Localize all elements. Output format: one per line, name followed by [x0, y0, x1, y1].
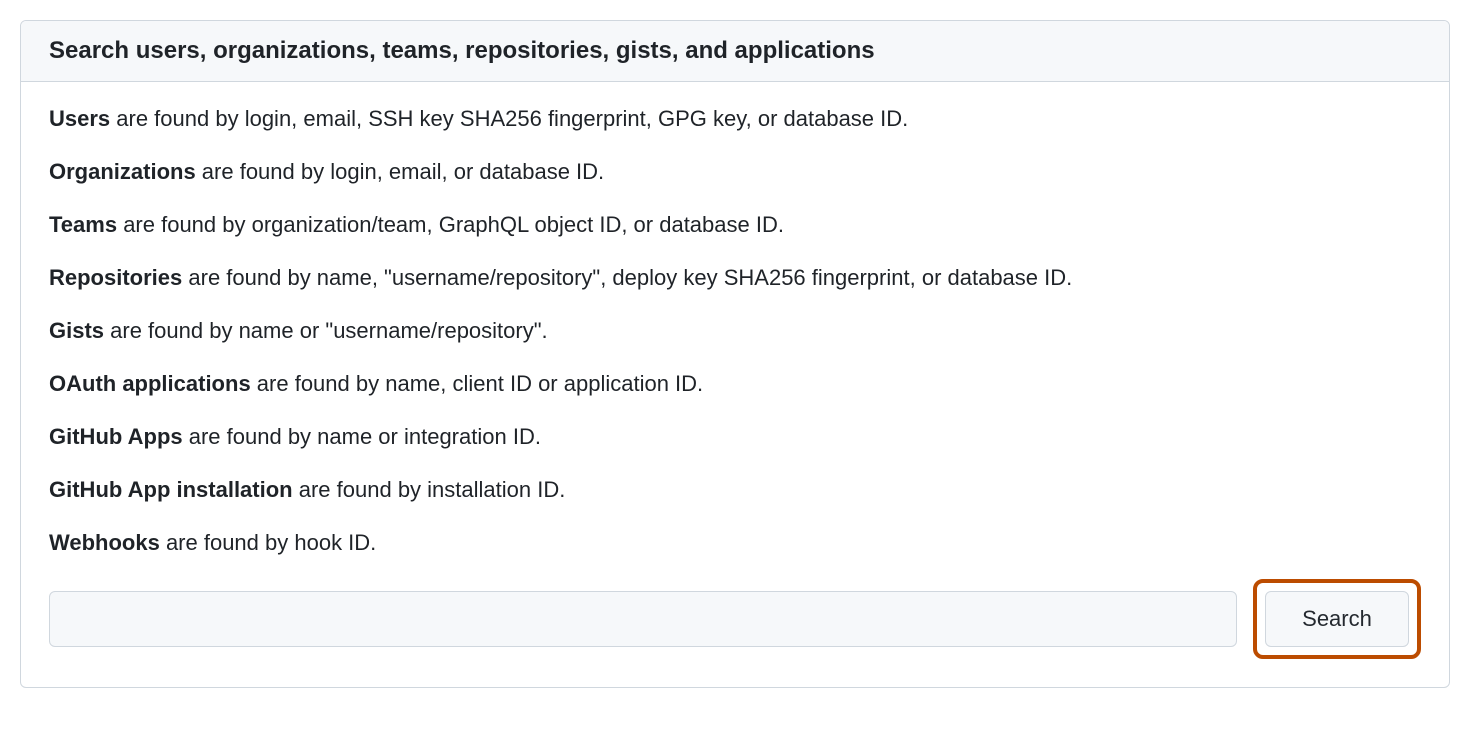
search-row: Search [49, 579, 1421, 659]
search-input[interactable] [49, 591, 1237, 647]
help-text-repositories: are found by name, "username/repository"… [182, 265, 1072, 290]
panel-header: Search users, organizations, teams, repo… [21, 21, 1449, 82]
help-label-organizations: Organizations [49, 159, 196, 184]
search-button[interactable]: Search [1265, 591, 1409, 647]
help-text-gists: are found by name or "username/repositor… [104, 318, 548, 343]
help-label-webhooks: Webhooks [49, 530, 160, 555]
help-line-oauth-applications: OAuth applications are found by name, cl… [49, 367, 1421, 400]
help-text-users: are found by login, email, SSH key SHA25… [110, 106, 908, 131]
help-text-teams: are found by organization/team, GraphQL … [117, 212, 784, 237]
help-label-oauth-applications: OAuth applications [49, 371, 251, 396]
help-label-gists: Gists [49, 318, 104, 343]
help-text-webhooks: are found by hook ID. [160, 530, 376, 555]
help-line-gists: Gists are found by name or "username/rep… [49, 314, 1421, 347]
help-line-github-app-installation: GitHub App installation are found by ins… [49, 473, 1421, 506]
help-line-organizations: Organizations are found by login, email,… [49, 155, 1421, 188]
help-label-repositories: Repositories [49, 265, 182, 290]
panel-body: Users are found by login, email, SSH key… [21, 82, 1449, 687]
help-line-webhooks: Webhooks are found by hook ID. [49, 526, 1421, 559]
help-line-github-apps: GitHub Apps are found by name or integra… [49, 420, 1421, 453]
help-text-organizations: are found by login, email, or database I… [196, 159, 604, 184]
help-label-users: Users [49, 106, 110, 131]
help-line-repositories: Repositories are found by name, "usernam… [49, 261, 1421, 294]
help-label-teams: Teams [49, 212, 117, 237]
panel-title: Search users, organizations, teams, repo… [49, 37, 1421, 65]
help-text-github-apps: are found by name or integration ID. [183, 424, 541, 449]
help-label-github-apps: GitHub Apps [49, 424, 183, 449]
search-panel: Search users, organizations, teams, repo… [20, 20, 1450, 688]
search-button-highlight: Search [1253, 579, 1421, 659]
help-text-github-app-installation: are found by installation ID. [293, 477, 566, 502]
help-label-github-app-installation: GitHub App installation [49, 477, 293, 502]
help-text-oauth-applications: are found by name, client ID or applicat… [251, 371, 703, 396]
help-line-users: Users are found by login, email, SSH key… [49, 102, 1421, 135]
help-line-teams: Teams are found by organization/team, Gr… [49, 208, 1421, 241]
